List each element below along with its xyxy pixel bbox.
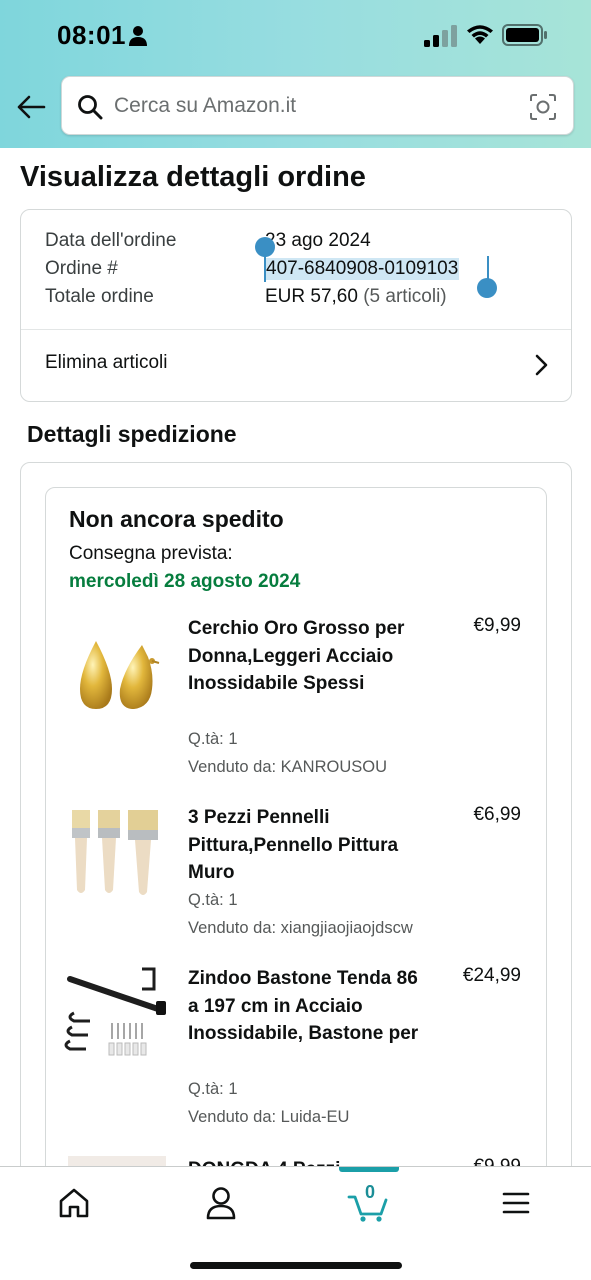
item-seller: Venduto da: Luida-EU xyxy=(188,1108,350,1126)
cellular-signal-icon xyxy=(424,25,457,47)
order-date-label: Data dell'ordine xyxy=(45,230,177,251)
item-title[interactable]: 3 Pezzi Pennelli Pittura,Pennello Pittur… xyxy=(188,804,420,887)
item-quantity: Q.tà: 1 xyxy=(188,730,238,748)
expected-delivery-date: mercoledì 28 agosto 2024 xyxy=(69,571,301,592)
camera-search-icon[interactable] xyxy=(529,93,557,121)
item-quantity: Q.tà: 1 xyxy=(188,891,238,909)
shipment-section-title: Dettagli spedizione xyxy=(27,421,237,447)
active-tab-indicator xyxy=(339,1167,399,1172)
person-icon xyxy=(129,26,147,46)
home-icon[interactable] xyxy=(44,1183,104,1223)
item-title[interactable]: Cerchio Oro Grosso per Donna,Leggeri Acc… xyxy=(188,615,420,698)
order-item[interactable]: Zindoo Bastone Tenda 86 a 197 cm in Acci… xyxy=(62,965,537,1135)
expected-delivery-label: Consegna prevista: xyxy=(69,543,233,564)
order-summary-card: Data dell'ordine 23 ago 2024 Ordine # 40… xyxy=(20,209,572,402)
item-seller: Venduto da: xiangjiaojiaojdscw xyxy=(188,919,413,937)
delete-items-label: Elimina articoli xyxy=(45,352,168,373)
gold-earrings-image xyxy=(80,641,160,709)
order-number-value[interactable]: 407-6840908-0109103 xyxy=(265,258,460,280)
order-item[interactable]: 3 Pezzi Pennelli Pittura,Pennello Pittur… xyxy=(62,804,537,944)
order-total-amount: EUR 57,60 xyxy=(265,286,358,307)
order-item[interactable]: Cerchio Oro Grosso per Donna,Leggeri Acc… xyxy=(62,615,537,785)
search-icon xyxy=(78,95,103,120)
order-total-label: Totale ordine xyxy=(45,286,154,307)
order-total-value: EUR 57,60 (5 articoli) xyxy=(265,286,447,308)
delete-items-row[interactable]: Elimina articoli xyxy=(21,330,571,402)
status-bar: 08:01 xyxy=(0,0,591,70)
account-icon[interactable] xyxy=(191,1183,251,1223)
order-date-value: 23 ago 2024 xyxy=(265,230,371,251)
order-number-label: Ordine # xyxy=(45,258,118,279)
shipment-status: Non ancora spedito xyxy=(69,506,284,532)
selection-end-handle[interactable] xyxy=(477,278,497,298)
paint-brushes-image xyxy=(72,810,158,895)
cart-count-badge: 0 xyxy=(365,1182,376,1202)
page-title: Visualizza dettagli ordine xyxy=(20,161,366,193)
home-indicator xyxy=(190,1262,402,1269)
wifi-icon xyxy=(467,25,493,44)
item-price: €24,99 xyxy=(462,965,521,986)
item-seller: Venduto da: KANROUSOU xyxy=(188,758,388,776)
search-input[interactable] xyxy=(114,89,514,123)
item-price: €6,99 xyxy=(473,804,521,825)
search-bar[interactable] xyxy=(61,76,574,135)
selection-start-handle[interactable] xyxy=(255,237,275,257)
order-total-items: (5 articoli) xyxy=(363,286,447,307)
item-quantity: Q.tà: 1 xyxy=(188,1080,238,1098)
item-price: €9,99 xyxy=(473,615,521,636)
menu-icon[interactable] xyxy=(486,1183,546,1223)
back-arrow-icon[interactable] xyxy=(16,92,46,122)
status-time: 08:01 xyxy=(57,20,126,50)
battery-icon xyxy=(502,24,547,46)
curtain-rod-image xyxy=(64,967,166,1056)
chevron-right-icon xyxy=(535,354,548,376)
item-title[interactable]: Zindoo Bastone Tenda 86 a 197 cm in Acci… xyxy=(188,965,420,1048)
